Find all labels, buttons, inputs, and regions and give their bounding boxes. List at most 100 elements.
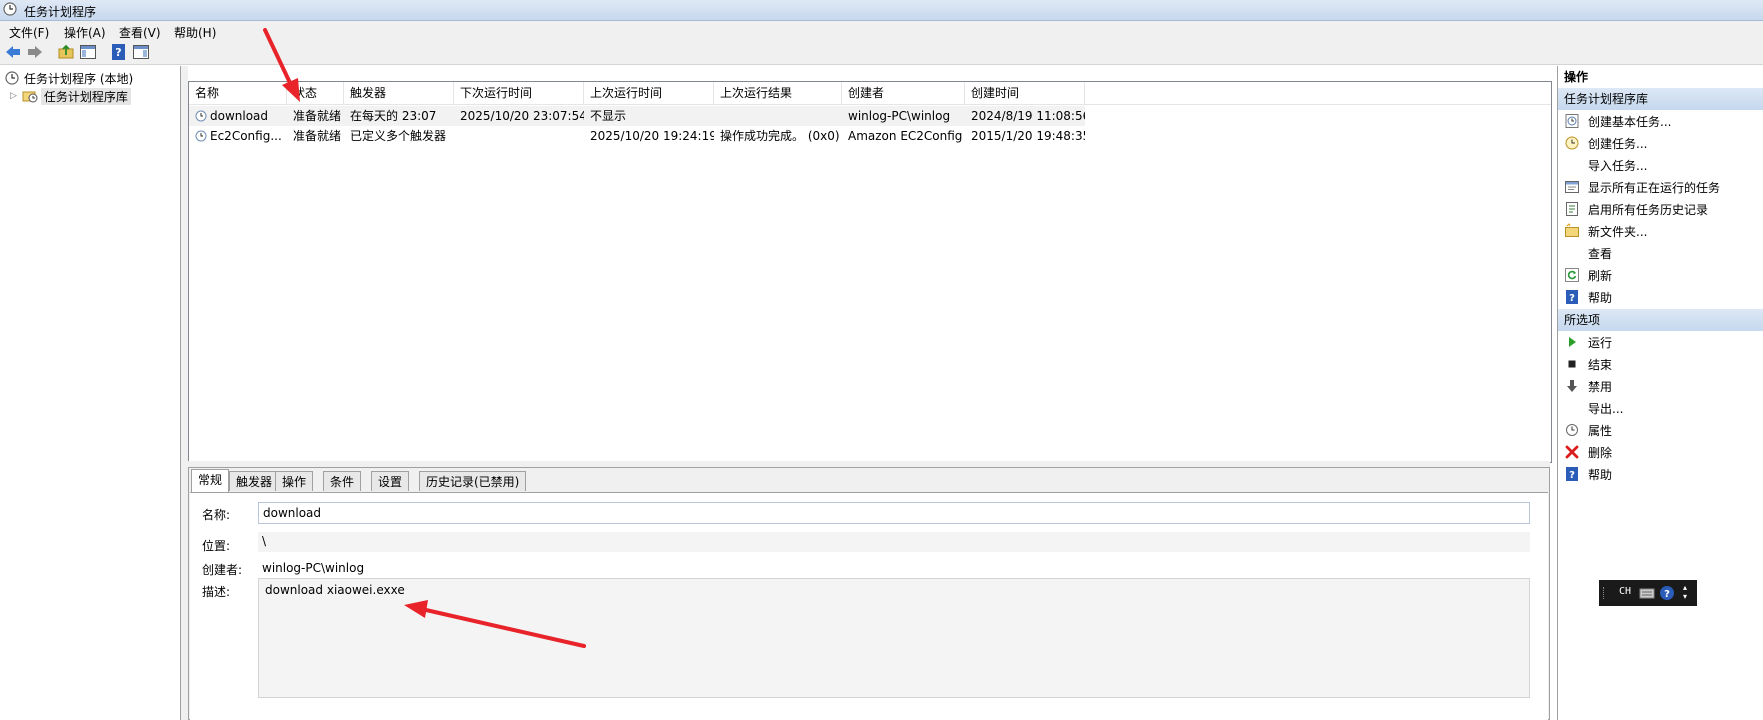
language-indicator[interactable]: CH xyxy=(1619,586,1631,597)
refresh-icon xyxy=(1565,268,1579,282)
tree-item-library-label: 任务计划程序库 xyxy=(40,87,131,105)
back-arrow-icon[interactable] xyxy=(4,43,22,61)
name-field[interactable]: download xyxy=(258,502,1530,524)
tab-strip: 常规 触发器 操作 条件 设置 历史记录(已禁用) xyxy=(189,468,1549,492)
task-author: Amazon EC2Config xyxy=(848,129,963,143)
author-value: winlog-PC\winlog xyxy=(262,561,365,575)
action-label: 帮助 xyxy=(1588,290,1613,305)
task-created: 2024/8/19 11:08:56 xyxy=(971,109,1085,123)
action-label: 启用所有任务历史记录 xyxy=(1588,202,1709,217)
task-name-cell: download xyxy=(189,106,287,126)
action-end[interactable]: 结束 xyxy=(1558,353,1763,375)
stop-icon xyxy=(1568,360,1576,368)
column-header-author[interactable]: 创建者 xyxy=(842,82,965,104)
show-hide-action-pane-icon[interactable] xyxy=(132,43,150,61)
task-trigger: 已定义多个触发器 xyxy=(350,129,447,143)
delete-icon xyxy=(1565,445,1579,459)
action-label: 帮助 xyxy=(1588,467,1613,482)
general-tab-page: 名称: download 位置: \ 创建者: winlog-PC\winlog… xyxy=(190,492,1548,720)
svg-text:?: ? xyxy=(1569,293,1575,304)
help-icon[interactable]: ? xyxy=(110,43,128,61)
action-new-folder[interactable]: 新文件夹... xyxy=(1558,220,1763,242)
toolbar: ? xyxy=(0,41,1763,65)
menu-help[interactable]: 帮助(H) xyxy=(174,24,216,41)
tree-item-root[interactable]: 任务计划程序 (本地) xyxy=(5,69,133,87)
action-import-task[interactable]: 导入任务... xyxy=(1558,154,1763,176)
menu-file[interactable]: 文件(F) xyxy=(9,24,49,41)
task-next-run xyxy=(454,126,584,146)
table-row[interactable]: download 准备就绪 在每天的 23:07 2025/10/20 23:0… xyxy=(189,106,1085,126)
column-header-next-run[interactable]: 下次运行时间 xyxy=(454,82,584,104)
options-arrow-icon[interactable]: ▴ ▾ xyxy=(1683,583,1687,601)
clock-icon xyxy=(3,2,17,16)
action-run[interactable]: 运行 xyxy=(1558,331,1763,353)
action-delete[interactable]: 删除 xyxy=(1558,441,1763,463)
menu-view[interactable]: 查看(V) xyxy=(119,24,161,41)
task-clock-icon xyxy=(195,130,207,142)
column-header-trigger[interactable]: 触发器 xyxy=(344,82,454,104)
tree-item-library[interactable]: ▷ 任务计划程序库 xyxy=(10,87,131,105)
tab-conditions[interactable]: 条件 xyxy=(323,471,362,491)
action-label: 显示所有正在运行的任务 xyxy=(1588,180,1721,195)
action-show-running-tasks[interactable]: 显示所有正在运行的任务 xyxy=(1558,176,1763,198)
forward-arrow-icon[interactable] xyxy=(26,43,44,61)
help-icon: ? xyxy=(1566,290,1578,304)
tab-settings[interactable]: 设置 xyxy=(371,471,410,491)
section-selected-item[interactable]: 所选项 xyxy=(1558,309,1763,331)
action-properties[interactable]: 属性 xyxy=(1558,419,1763,441)
action-create-task[interactable]: 创建任务... xyxy=(1558,132,1763,154)
task-author: winlog-PC\winlog xyxy=(848,109,951,123)
action-help[interactable]: ? 帮助 xyxy=(1558,286,1763,308)
actions-pane: 操作 任务计划程序库 创建基本任务... 创建任务... 导入任务... 显示所… xyxy=(1557,66,1763,720)
expand-arrow-icon[interactable]: ▷ xyxy=(10,91,17,101)
language-bar[interactable]: CH ? ▴ ▾ xyxy=(1599,580,1697,606)
task-last-result xyxy=(714,106,842,126)
column-header-last-run[interactable]: 上次运行时间 xyxy=(584,82,714,104)
description-field[interactable]: download xiaowei.exxe xyxy=(258,578,1530,698)
menu-bar: 文件(F) 操作(A) 查看(V) 帮助(H) xyxy=(0,21,1763,41)
keyboard-icon[interactable] xyxy=(1639,586,1655,600)
up-folder-icon[interactable] xyxy=(57,43,75,61)
location-value: \ xyxy=(262,534,267,548)
tab-general[interactable]: 常规 xyxy=(191,469,230,492)
table-row[interactable]: Ec2Config... 准备就绪 已定义多个触发器 2025/10/20 19… xyxy=(189,126,1551,146)
tab-history[interactable]: 历史记录(已禁用) xyxy=(419,471,527,491)
column-header-created[interactable]: 创建时间 xyxy=(965,82,1085,104)
action-label: 属性 xyxy=(1588,423,1613,438)
properties-icon xyxy=(1566,424,1578,436)
tab-actions[interactable]: 操作 xyxy=(275,471,314,491)
navigation-tree: 任务计划程序 (本地) ▷ 任务计划程序库 xyxy=(0,66,181,720)
drag-handle[interactable] xyxy=(1603,587,1606,599)
tab-triggers[interactable]: 触发器 xyxy=(229,471,280,491)
history-icon xyxy=(1566,202,1578,216)
task-last-result: 操作成功完成。 (0x0) xyxy=(720,129,840,143)
vertical-splitter[interactable] xyxy=(181,66,188,720)
action-create-basic-task[interactable]: 创建基本任务... xyxy=(1558,110,1763,132)
action-label: 删除 xyxy=(1588,445,1613,460)
column-header-name[interactable]: 名称 xyxy=(189,82,287,104)
column-header-last-result[interactable]: 上次运行结果 xyxy=(714,82,842,104)
action-help-selected[interactable]: ? 帮助 xyxy=(1558,463,1763,485)
action-export[interactable]: 导出... xyxy=(1558,397,1763,419)
action-view[interactable]: 查看 xyxy=(1558,242,1763,264)
menu-action[interactable]: 操作(A) xyxy=(64,24,106,41)
tree-item-root-label: 任务计划程序 (本地) xyxy=(24,71,134,86)
action-label: 导入任务... xyxy=(1588,158,1648,173)
name-label: 名称: xyxy=(202,508,231,522)
help-icon[interactable]: ? xyxy=(1659,585,1675,601)
task-details-panel: 常规 触发器 操作 条件 设置 历史记录(已禁用) 名称: download 位… xyxy=(188,467,1550,720)
column-header-status[interactable]: 状态 xyxy=(287,82,344,104)
action-enable-all-history[interactable]: 启用所有任务历史记录 xyxy=(1558,198,1763,220)
show-hide-tree-icon[interactable] xyxy=(79,43,97,61)
action-label: 新文件夹... xyxy=(1588,224,1648,239)
task-last-run: 2025/10/20 19:24:19 xyxy=(590,129,714,143)
task-name: download xyxy=(210,109,269,123)
svg-text:?: ? xyxy=(115,46,121,59)
svg-text:?: ? xyxy=(1664,589,1670,600)
blank-icon xyxy=(1564,245,1580,261)
action-disable[interactable]: 禁用 xyxy=(1558,375,1763,397)
section-library[interactable]: 任务计划程序库 xyxy=(1558,88,1763,110)
clock-icon xyxy=(5,71,19,85)
task-trigger: 在每天的 23:07 xyxy=(350,109,437,123)
action-refresh[interactable]: 刷新 xyxy=(1558,264,1763,286)
